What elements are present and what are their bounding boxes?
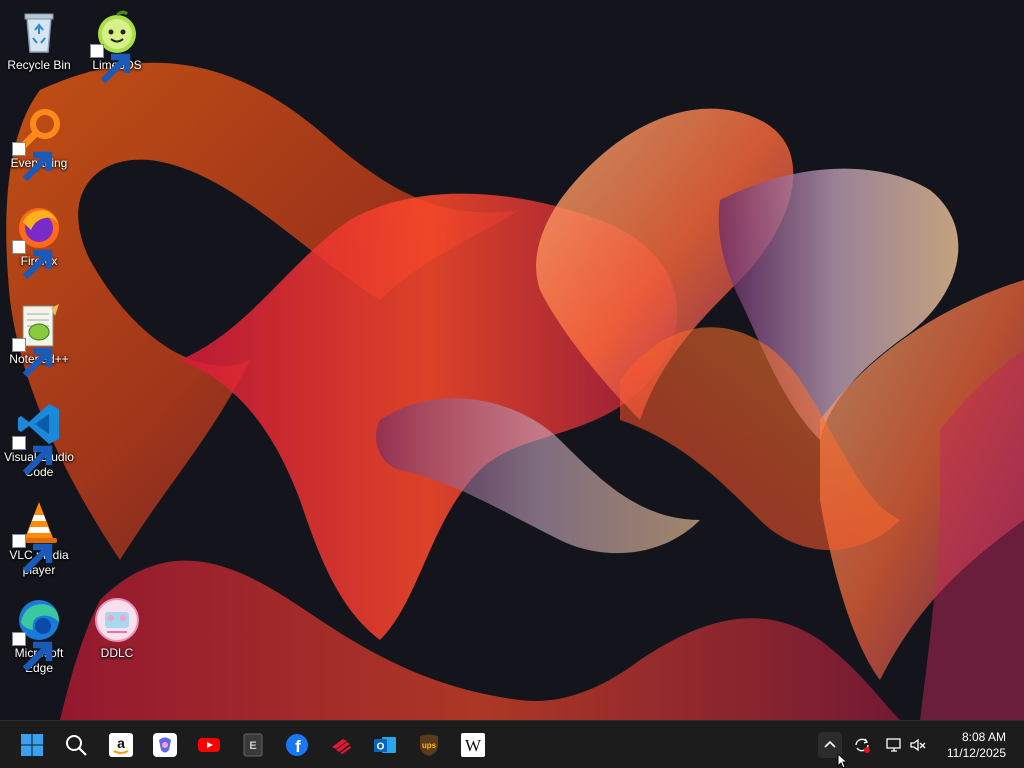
desktop-icon-label: Recycle Bin <box>7 58 71 72</box>
svg-text:E: E <box>249 740 256 752</box>
taskbar-app-wikipedia[interactable]: W <box>457 729 489 761</box>
chevron-up-icon <box>824 740 836 748</box>
copilot-icon <box>153 733 177 757</box>
firefox-icon <box>12 204 63 280</box>
outlook-icon: O <box>374 737 396 753</box>
shortcut-arrow-icon <box>12 338 53 378</box>
clock-time: 8:08 AM <box>961 730 1006 744</box>
shortcut-arrow-icon <box>12 142 53 182</box>
desktop-icon-firefox[interactable]: Firefox <box>0 204 78 280</box>
taskbar-app-amazon[interactable]: a <box>105 729 137 761</box>
desktop-icon-vlc[interactable]: VLC media player <box>0 498 78 578</box>
taskbar-app-outlook[interactable]: O <box>369 729 401 761</box>
taskbar-app-epic-games[interactable]: E <box>237 729 269 761</box>
desktop-icon-recycle-bin[interactable]: Recycle Bin <box>0 8 78 73</box>
desktop-icon-lime3ds[interactable]: Lime3DS <box>78 8 156 84</box>
desktop-icon-edge[interactable]: Microsoft Edge <box>0 596 78 676</box>
start-button[interactable] <box>16 729 48 761</box>
tray-volume-button[interactable] <box>906 732 930 758</box>
youtube-icon <box>198 738 220 752</box>
svg-text:a: a <box>117 735 125 751</box>
desktop-icon-vscode[interactable]: Visual Studio Code <box>0 400 78 480</box>
edge-icon <box>12 596 63 672</box>
ups-icon: ups <box>420 734 438 756</box>
shortcut-arrow-icon <box>12 534 53 574</box>
desktop-icon-label: DDLC <box>100 646 134 660</box>
svg-text:O: O <box>377 742 385 753</box>
everything-search-icon <box>12 106 63 182</box>
shortcut-arrow-icon <box>12 632 53 672</box>
lime3ds-icon <box>90 8 141 84</box>
search-icon <box>66 735 87 756</box>
sync-icon <box>855 738 870 753</box>
vlc-icon <box>12 498 63 574</box>
search-button[interactable] <box>60 729 92 761</box>
taskbar: a E f O ups W 8:08 AM 11/12/2025 <box>0 720 1024 768</box>
taskbar-app-ups[interactable]: ups <box>413 729 445 761</box>
wikipedia-icon: W <box>461 733 485 757</box>
desktop-icon-everything[interactable]: Everything <box>0 106 78 182</box>
mouse-cursor-icon <box>837 754 849 768</box>
epic-games-icon: E <box>243 733 263 757</box>
clock-date: 11/12/2025 <box>946 746 1006 760</box>
taskbar-app-youtube[interactable] <box>193 729 225 761</box>
shortcut-arrow-icon <box>90 44 131 84</box>
svg-text:f: f <box>295 737 301 756</box>
desktop-icon-ddlc[interactable]: DDLC <box>78 596 156 661</box>
svg-text:W: W <box>465 736 482 755</box>
taskbar-app-copilot[interactable] <box>149 729 181 761</box>
recycle-bin-icon <box>15 8 63 56</box>
notepad-plus-plus-icon <box>12 302 63 378</box>
bank-of-america-icon <box>332 739 351 754</box>
network-icon <box>886 738 901 752</box>
taskbar-clock[interactable]: 8:08 AM 11/12/2025 <box>936 729 1006 761</box>
volume-muted-icon <box>910 738 926 752</box>
amazon-icon: a <box>109 733 133 757</box>
ddlc-icon <box>93 596 141 644</box>
taskbar-app-facebook[interactable]: f <box>281 729 313 761</box>
facebook-icon: f <box>286 734 308 756</box>
desktop-icon-notepad-plus-plus[interactable]: Notepad++ <box>0 302 78 378</box>
tray-sync-button[interactable] <box>850 732 874 758</box>
shortcut-arrow-icon <box>12 240 53 280</box>
vscode-icon <box>12 400 63 476</box>
taskbar-app-bank-of-america[interactable] <box>325 729 357 761</box>
svg-text:ups: ups <box>422 741 437 750</box>
tray-network-button[interactable] <box>882 732 906 758</box>
start-icon <box>21 734 43 756</box>
shortcut-arrow-icon <box>12 436 53 476</box>
